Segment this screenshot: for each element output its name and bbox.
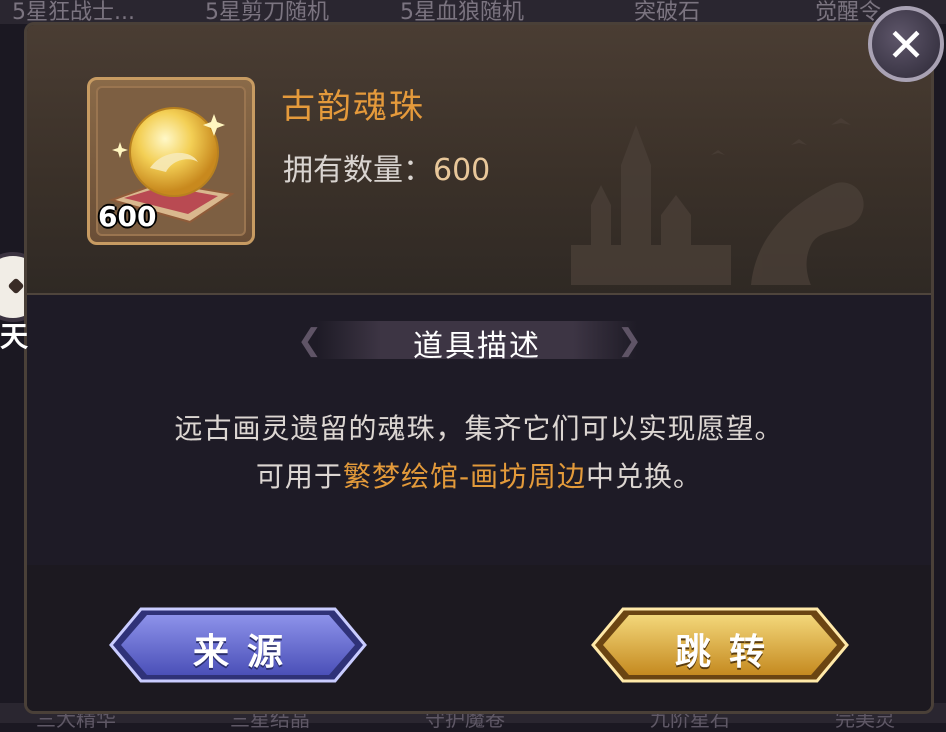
- item-count-badge: 600: [98, 200, 157, 233]
- owned-quantity-label: 拥有数量：: [283, 153, 433, 188]
- item-icon-frame: 600: [87, 77, 255, 245]
- side-label: 天: [0, 320, 29, 353]
- header-divider: [27, 293, 931, 295]
- description-line-2: 可用于繁梦绘馆-画坊周边中兑换。: [27, 455, 931, 495]
- jump-button[interactable]: 跳转: [589, 605, 851, 685]
- background-tab-strip: 5星狂战士... 5星剪刀随机 5星血狼随机 突破石 觉醒令: [0, 0, 946, 25]
- source-button[interactable]: 来源: [107, 605, 369, 685]
- shop-link-text: 繁梦绘馆-画坊周边: [342, 460, 587, 493]
- owned-quantity: 拥有数量：600: [283, 145, 490, 189]
- close-button[interactable]: ✕: [868, 6, 944, 82]
- close-icon: ✕: [886, 18, 926, 72]
- item-name: 古韵魂珠: [281, 87, 425, 127]
- source-button-label: 来源: [192, 632, 301, 673]
- jump-button-label: 跳转: [674, 632, 783, 673]
- castle-silhouette-icon: [571, 118, 864, 285]
- description-text: 可用于: [255, 460, 343, 493]
- item-detail-dialog: 600 古韵魂珠 拥有数量：600 ❮ ❯ 道具描述 远古画灵遗留的魂珠，集齐它…: [24, 22, 934, 714]
- item-header-panel: 600 古韵魂珠 拥有数量：600: [27, 25, 931, 293]
- description-text: 中兑换。: [586, 460, 703, 493]
- owned-quantity-value: 600: [433, 153, 491, 188]
- description-title: 道具描述: [413, 329, 541, 364]
- description-line-1: 远古画灵遗留的魂珠，集齐它们可以实现愿望。: [174, 412, 784, 445]
- description-title-band: ❮ ❯ 道具描述: [297, 317, 657, 364]
